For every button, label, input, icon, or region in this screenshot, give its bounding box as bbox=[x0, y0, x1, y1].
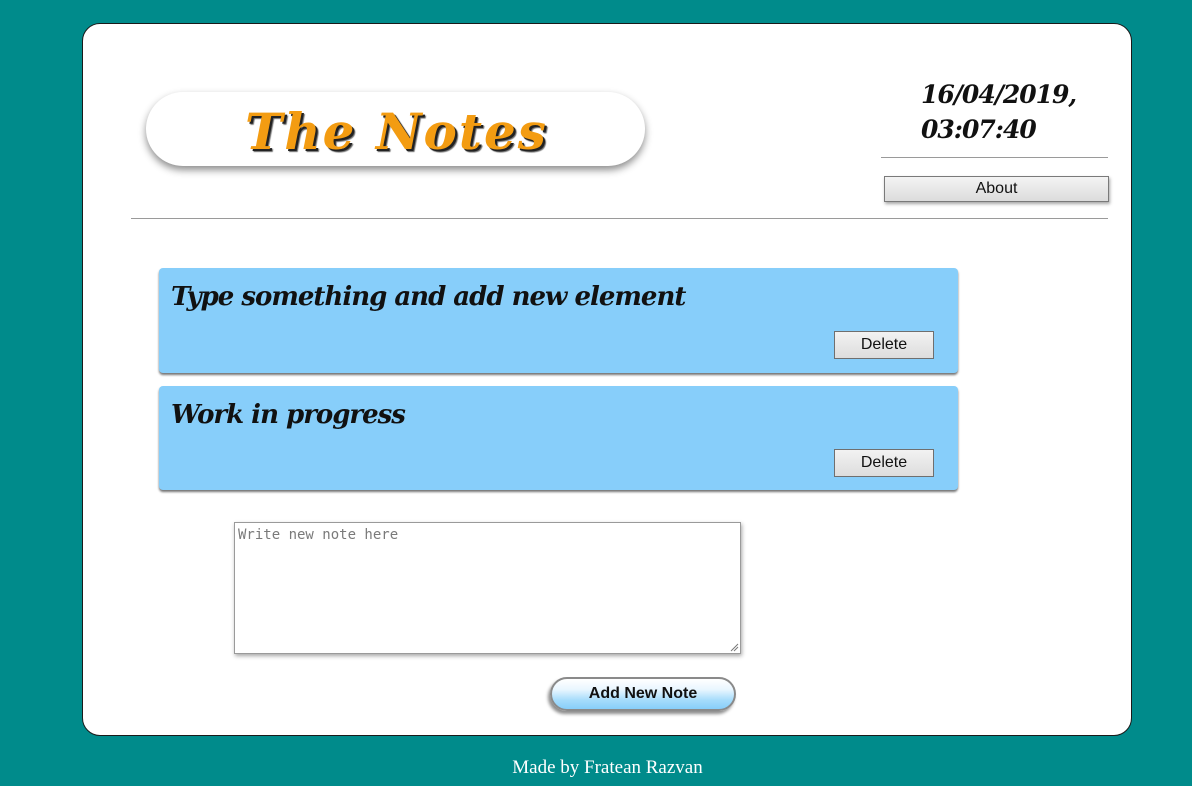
date-text: 16/04/2019, bbox=[921, 80, 1077, 109]
note-text: Work in progress bbox=[171, 400, 406, 430]
delete-note-button[interactable]: Delete bbox=[834, 449, 934, 477]
logo-banner: The Notes bbox=[146, 92, 645, 166]
note-item: Work in progress Delete bbox=[159, 386, 958, 490]
app-container: The Notes 16/04/2019, 03:07:40 About Typ… bbox=[82, 23, 1132, 736]
header-divider bbox=[881, 157, 1108, 158]
section-divider bbox=[131, 218, 1108, 219]
resize-grip-icon[interactable] bbox=[730, 643, 739, 652]
footer-credit: Made by Fratean Razvan bbox=[512, 757, 703, 778]
date-time-display: 16/04/2019, 03:07:40 bbox=[921, 77, 1101, 147]
new-note-input[interactable] bbox=[234, 522, 741, 654]
about-button[interactable]: About bbox=[884, 176, 1109, 202]
app-title: The Notes bbox=[245, 101, 548, 161]
add-note-button[interactable]: Add New Note bbox=[550, 677, 736, 711]
note-item: Type something and add new element Delet… bbox=[159, 268, 958, 373]
time-text: 03:07:40 bbox=[921, 115, 1037, 144]
delete-note-button[interactable]: Delete bbox=[834, 331, 934, 359]
note-text: Type something and add new element bbox=[171, 282, 686, 312]
